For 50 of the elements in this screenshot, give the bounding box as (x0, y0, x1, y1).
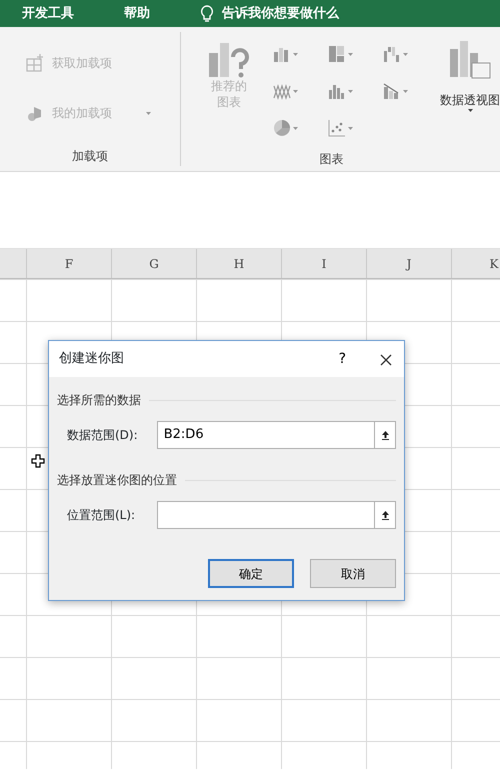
waterfall-chart-icon (383, 45, 401, 63)
pivot-chart-icon (448, 39, 492, 79)
pivot-chart-button[interactable]: 数据透视图 (440, 39, 500, 150)
column-header[interactable]: I (281, 249, 366, 278)
hierarchy-chart-icon (328, 45, 346, 63)
caret-icon (293, 52, 298, 56)
ok-button[interactable]: 确定 (208, 559, 294, 588)
grid-plus-icon (26, 54, 44, 72)
help-button[interactable]: ? (338, 348, 346, 370)
upload-arrow-icon (380, 430, 390, 440)
range-field[interactable]: B2:D6 (156, 421, 374, 449)
field-label: 数据范围(D): (67, 427, 139, 444)
column-header[interactable]: K (451, 249, 500, 278)
ribbon-tab[interactable]: 帮助 (124, 4, 150, 24)
field-label: 位置范围(L): (67, 507, 136, 524)
caret-icon (146, 112, 151, 114)
line-chart-icon (273, 82, 291, 100)
section-heading: 选择放置迷你图的位置 (57, 472, 177, 489)
group-label: 加载项 (71, 148, 110, 165)
caret-icon (293, 126, 298, 130)
caret-icon (403, 90, 408, 92)
caret-icon (348, 90, 353, 92)
scatter-chart-icon (328, 119, 346, 137)
move-cursor-icon (31, 454, 45, 468)
collapse-dialog-button[interactable] (374, 501, 396, 529)
cancel-button[interactable]: 取消 (310, 559, 396, 588)
ribbon-tab[interactable]: 开发工具 (22, 4, 74, 24)
pie-chart-icon (273, 119, 291, 137)
group-label: 图表 (318, 151, 344, 168)
caret-icon (403, 52, 408, 56)
column-header[interactable]: G (111, 249, 196, 278)
column-header[interactable]: J (366, 249, 451, 278)
column-header[interactable]: H (196, 249, 281, 278)
upload-arrow-icon (380, 510, 390, 520)
caret-icon (468, 109, 472, 112)
histogram-icon (328, 82, 346, 100)
section-heading: 选择所需的数据 (57, 392, 141, 409)
caret-icon (348, 126, 353, 130)
collapse-dialog-button[interactable] (374, 421, 396, 449)
tell-me-field[interactable]: 告诉我你想要做什么 (222, 4, 339, 24)
caret-icon (293, 90, 298, 92)
combo-chart-icon (383, 82, 401, 100)
column-header[interactable]: F (26, 249, 111, 278)
close-icon (380, 354, 392, 366)
shapes-icon (26, 104, 44, 122)
lightbulb-icon[interactable] (200, 4, 214, 22)
dialog-title: 创建迷你图 (59, 350, 124, 368)
range-field[interactable] (156, 501, 374, 529)
column-chart-icon (273, 45, 291, 63)
caret-icon (348, 52, 353, 56)
